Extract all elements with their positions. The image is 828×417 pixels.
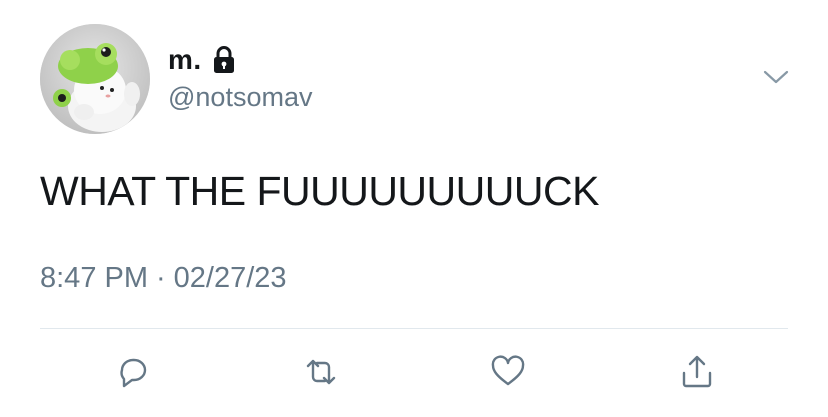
- chevron-down-icon[interactable]: [762, 66, 790, 88]
- retweet-button[interactable]: [299, 350, 343, 394]
- retweet-icon: [306, 359, 336, 385]
- timestamp-separator: ·: [156, 262, 166, 294]
- username[interactable]: @notsomav: [168, 82, 312, 113]
- avatar-image: [40, 24, 150, 134]
- tweet-card: m. @notsomav WHAT THE FUUUUUUUUUCK 8:47 …: [0, 0, 828, 417]
- tweet-time: 8:47 PM: [40, 262, 148, 294]
- tweet-date: 02/27/23: [173, 262, 287, 294]
- display-name[interactable]: m.: [168, 44, 202, 76]
- timestamp[interactable]: 8:47 PM · 02/27/23: [40, 262, 287, 295]
- divider: [40, 328, 788, 329]
- display-name-row: m.: [168, 42, 236, 78]
- tweet-text: WHAT THE FUUUUUUUUUCK: [40, 168, 599, 214]
- share-icon: [682, 355, 712, 388]
- share-button[interactable]: [675, 350, 719, 394]
- reply-icon: [120, 358, 147, 388]
- lock-icon: [212, 46, 236, 74]
- like-button[interactable]: [486, 350, 530, 394]
- reply-button[interactable]: [111, 350, 155, 394]
- heart-icon: [491, 355, 525, 386]
- avatar[interactable]: [40, 24, 150, 134]
